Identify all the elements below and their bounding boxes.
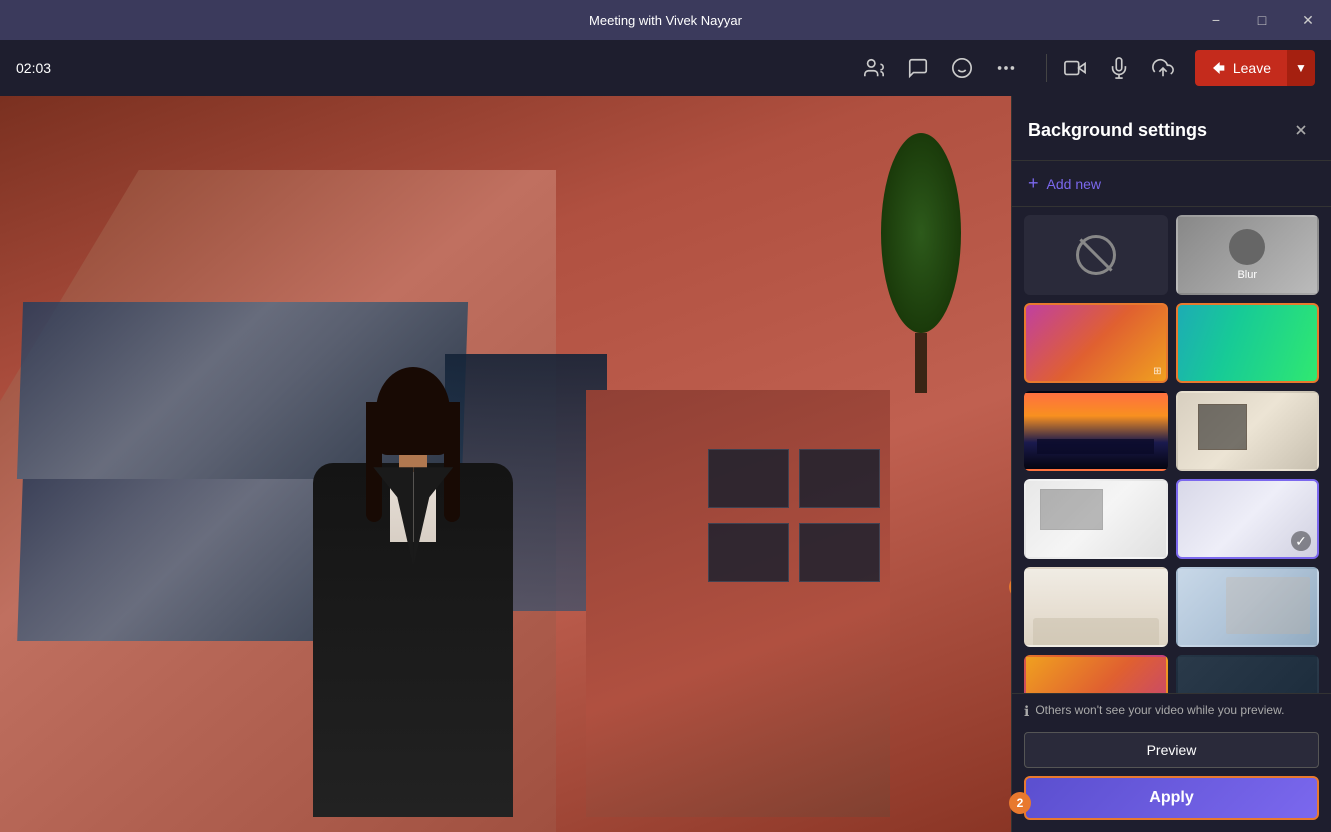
person-hair-right (444, 402, 460, 522)
video-area: 1 (0, 96, 1011, 832)
add-new-label: Add new (1047, 176, 1101, 192)
bg-row-3 (1024, 391, 1319, 471)
person (303, 367, 523, 817)
minimize-button[interactable]: − (1193, 0, 1239, 40)
toolbar-icons (854, 48, 1026, 88)
modern-office-desk (1226, 577, 1310, 634)
bedroom-bed (1033, 618, 1159, 645)
none-icon (1076, 235, 1116, 275)
panel-header: Background settings (1012, 96, 1331, 161)
bg-gradient1-watermark: ⊞ (1153, 366, 1161, 377)
mic-button[interactable] (1099, 48, 1139, 88)
apply-button[interactable]: Apply (1024, 776, 1319, 820)
leave-button[interactable]: Leave (1195, 50, 1287, 86)
bg-row-5 (1024, 567, 1319, 647)
toolbar-separator (1046, 54, 1047, 82)
bg-white1-thumb[interactable] (1024, 479, 1168, 559)
preview-button[interactable]: Preview (1024, 732, 1319, 768)
bg-city-thumb[interactable] (1024, 391, 1168, 471)
share-button[interactable] (1143, 48, 1183, 88)
tree (871, 133, 971, 393)
small-window-4 (799, 523, 880, 582)
call-timer: 02:03 (16, 60, 51, 76)
reactions-button[interactable] (942, 48, 982, 88)
window-title: Meeting with Vivek Nayyar (589, 13, 742, 28)
bg-placeholder-thumb[interactable] (1176, 655, 1320, 693)
blur-avatar-icon (1229, 229, 1265, 265)
add-new-button[interactable]: + Add new (1012, 161, 1331, 207)
people-button[interactable] (854, 48, 894, 88)
plus-icon: + (1028, 173, 1039, 194)
check-mark-icon: ✓ (1291, 531, 1311, 551)
title-bar: Meeting with Vivek Nayyar − □ ✕ (0, 0, 1331, 40)
info-text: Others won't see your video while you pr… (1035, 702, 1284, 719)
tree-canopy (881, 133, 961, 333)
leave-label: Leave (1233, 60, 1271, 76)
close-button[interactable]: ✕ (1285, 0, 1331, 40)
bg-row-1: Blur (1024, 215, 1319, 295)
leave-button-group: Leave ▼ (1195, 50, 1315, 86)
city-silhouette (1037, 439, 1154, 454)
annotation-2: 2 (1009, 792, 1031, 814)
close-panel-button[interactable] (1287, 116, 1315, 144)
bg-row-2: ⊞ (1024, 303, 1319, 383)
small-window-2 (708, 523, 789, 582)
bg-warm-thumb[interactable] (1024, 655, 1168, 693)
media-buttons (1055, 48, 1183, 88)
backgrounds-grid: Blur ⊞ (1012, 207, 1331, 693)
blur-label: Blur (1237, 269, 1257, 281)
leave-chevron-button[interactable]: ▼ (1287, 50, 1315, 86)
tree-trunk (915, 333, 927, 393)
bg-white2-thumb[interactable]: ✓ (1176, 479, 1320, 559)
bg-gradient1-thumb[interactable]: ⊞ (1024, 303, 1168, 383)
info-row: ℹ Others won't see your video while you … (1024, 702, 1319, 720)
main-area: 1 Background settings + Add new (0, 96, 1331, 832)
more-button[interactable] (986, 48, 1026, 88)
white1-frame (1040, 489, 1103, 531)
chat-button[interactable] (898, 48, 938, 88)
person-hair-left (366, 402, 382, 522)
bg-bedroom-thumb[interactable] (1024, 567, 1168, 647)
panel-bottom: ℹ Others won't see your video while you … (1012, 693, 1331, 832)
bg-gradient2-thumb[interactable] (1176, 303, 1320, 383)
bg-modern-office-thumb[interactable] (1176, 567, 1320, 647)
person-hair-top (376, 367, 450, 455)
window-controls: − □ ✕ (1193, 0, 1331, 40)
right-panel: Background settings + Add new Blur (1011, 96, 1331, 832)
toolbar: 02:03 (0, 40, 1331, 96)
panel-title: Background settings (1028, 120, 1207, 141)
small-window-1 (708, 449, 789, 508)
bg-none-thumb[interactable] (1024, 215, 1168, 295)
bg-office1-thumb[interactable] (1176, 391, 1320, 471)
video-button[interactable] (1055, 48, 1095, 88)
info-icon: ℹ (1024, 703, 1029, 720)
small-window-3 (799, 449, 880, 508)
bg-gradient2-overlay (1178, 305, 1318, 381)
bg-row-6 (1024, 655, 1319, 693)
bg-row-4: ✓ (1024, 479, 1319, 559)
office-frame1 (1198, 404, 1247, 450)
maximize-button[interactable]: □ (1239, 0, 1285, 40)
bg-blur-thumb[interactable]: Blur (1176, 215, 1320, 295)
